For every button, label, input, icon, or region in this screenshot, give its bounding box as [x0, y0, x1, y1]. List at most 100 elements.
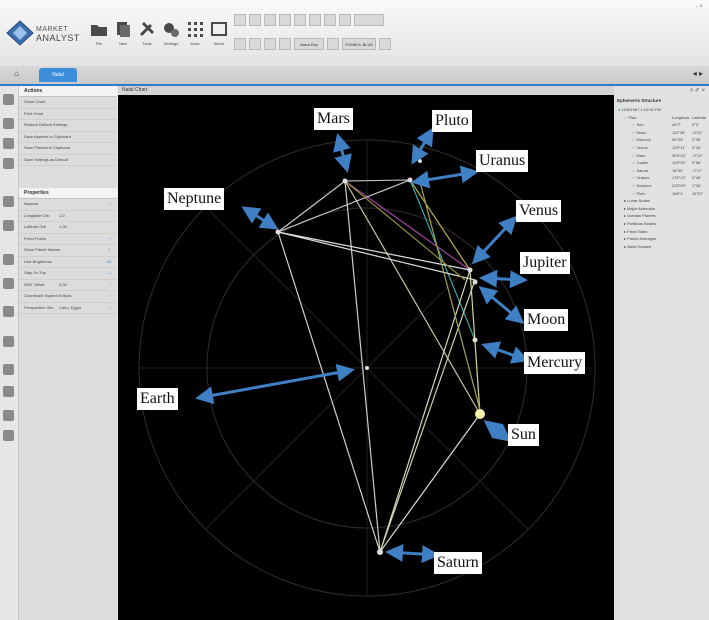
property-row[interactable]: GMT Offset 0.00 › — [19, 280, 117, 291]
group-row[interactable]: ▸ Lunar Nodes — [614, 197, 709, 205]
mini-tool-button[interactable] — [354, 14, 384, 26]
main-toolbar: MARKET ANALYST File New Tools Settings D… — [0, 0, 709, 66]
symbol-blue-button[interactable]: SYMBOL BLUE — [342, 38, 377, 50]
mini-tool-button[interactable] — [324, 14, 336, 26]
property-row[interactable]: Aspects › — [19, 199, 117, 211]
undo-tool-icon[interactable] — [3, 220, 14, 231]
action-save-planets[interactable]: Save Planets to Clipboard — [19, 143, 117, 155]
action-print-chart[interactable]: Print Chart — [19, 109, 117, 120]
settings-button-label: Settings — [163, 41, 179, 46]
mini-toolbar-row-2: Barra Esp SYMBOL BLUE — [234, 38, 392, 50]
planet-row[interactable]: ✓ Neptune 225°39' 1°34' — [614, 182, 709, 190]
file-button[interactable]: File — [88, 20, 110, 46]
action-close-chart[interactable]: Close Chart — [19, 97, 117, 109]
action-save-aspects[interactable]: Save Aspects to Clipboard — [19, 132, 117, 143]
label-mercury: Mercury — [524, 352, 586, 374]
planet-row[interactable]: ✓ Jupiter 129°30' 0°56' — [614, 159, 709, 167]
left-icon-bar — [0, 86, 19, 620]
market-analyst-window: MARKET ANALYST File New Tools Settings D… — [0, 0, 709, 620]
label-mars: Mars — [314, 108, 353, 130]
group-row[interactable]: ▸ Fixed Stars — [614, 228, 709, 236]
label-pluto: Pluto — [432, 110, 472, 132]
property-row[interactable]: Show Planet Names ✓ — [19, 245, 117, 257]
group-row[interactable]: ▸ Major Asteroids — [614, 205, 709, 213]
app-logo: MARKET ANALYST — [6, 20, 86, 46]
property-row[interactable]: Stay On Top □ — [19, 268, 117, 280]
mini-tool-button[interactable] — [309, 14, 321, 26]
left-panel: Actions Close Chart Print Chart Restore … — [19, 86, 117, 620]
paste-tool-icon[interactable] — [3, 278, 14, 289]
logo-diamond-icon — [6, 20, 34, 46]
alerts-icon — [211, 22, 227, 36]
tab-natal[interactable]: Natal — [39, 68, 77, 82]
property-row[interactable]: Latitude Orb 1.00 — [19, 222, 117, 234]
jupiter-arrow — [479, 269, 528, 289]
group-row[interactable]: ▸ Uranian Planets — [614, 212, 709, 220]
planet-row[interactable]: ✓ Uranus 176°13' 0°46' — [614, 174, 709, 182]
panel-controls[interactable]: ◊ ✐ × — [614, 86, 709, 96]
folder-tool-icon[interactable] — [3, 118, 14, 129]
mini-tool-button[interactable] — [234, 14, 246, 26]
planet-row[interactable]: ✓ Pluto 168°1' 16°57' — [614, 190, 709, 198]
mini-tool-button[interactable] — [249, 38, 261, 50]
label-uranus: Uranus — [476, 150, 529, 172]
home-icon[interactable]: ⌂ — [14, 69, 19, 78]
group-row[interactable]: ▸ Fictitious Bodies — [614, 220, 709, 228]
planet-row[interactable]: ✓ Mars 304°33' -0°13' — [614, 152, 709, 160]
mini-tool-button[interactable] — [327, 38, 339, 50]
mini-tool-button[interactable] — [264, 14, 276, 26]
ephemeris-date[interactable]: ● 12/6/1967 1:10:00 PM — [614, 106, 709, 114]
plus-tool-icon[interactable] — [3, 336, 14, 347]
mini-tool-button[interactable] — [379, 38, 392, 50]
tools-icon — [139, 21, 155, 37]
property-row[interactable]: Coordinate System Ecliptic › — [19, 291, 117, 303]
property-row[interactable]: Perspective Obs Cairo, Egypt › — [19, 303, 117, 314]
action-save-settings[interactable]: Save Settings as Default — [19, 155, 117, 166]
logo-text-line2: ANALYST — [36, 33, 80, 43]
new-button[interactable]: New — [112, 20, 134, 46]
label-venus: Venus — [516, 200, 562, 222]
save-tool-icon[interactable] — [3, 138, 14, 149]
property-row[interactable]: Line Brightness 25 — [19, 257, 117, 268]
window-controls[interactable]: ‑ × — [696, 4, 703, 10]
barra-esp-button[interactable]: Barra Esp — [294, 38, 324, 50]
property-row[interactable]: Longitude Orb 1.0 — [19, 211, 117, 222]
brush-tool-icon[interactable] — [3, 196, 14, 207]
tools-button[interactable]: Tools — [136, 20, 158, 46]
document-tool-icon[interactable] — [3, 430, 14, 441]
planet-row[interactable]: ✓ Sun 40°7' 0°0' — [614, 121, 709, 129]
file-button-label: File — [95, 41, 103, 46]
print-tool-icon[interactable] — [3, 158, 14, 169]
mini-tool-button[interactable] — [339, 14, 351, 26]
tools-button-label: Tools — [142, 41, 152, 46]
mini-tool-button[interactable] — [234, 38, 246, 50]
settings-button[interactable]: Settings — [160, 20, 182, 46]
group-row[interactable]: ▸ Natal Houses — [614, 243, 709, 251]
chart-title-bar: Natal Chart — [118, 86, 614, 95]
planet-row[interactable]: ✓ Venus 129°11' 3°44' — [614, 144, 709, 152]
ephemeris-header-row: ✓ Plan Longitude Latitude — [624, 114, 707, 120]
planet-row[interactable]: ✓ Moon 113°36' -5°22' — [614, 129, 709, 137]
action-restore-defaults[interactable]: Restore Default Settings — [19, 120, 117, 132]
planet-row[interactable]: ✓ Mercury 59°28' 2°35' — [614, 136, 709, 144]
mini-tool-button[interactable] — [279, 14, 291, 26]
planet-row[interactable]: ✓ Saturn 18°35' -2°17' — [614, 167, 709, 175]
pen-tool-icon[interactable] — [3, 306, 14, 317]
mini-tool-button[interactable] — [264, 38, 276, 50]
label-jupiter: Jupiter — [520, 252, 570, 274]
alerts-button-label: Alerts — [213, 41, 225, 46]
chart-tool-icon[interactable] — [3, 94, 14, 105]
docs-button[interactable]: Docs — [184, 20, 206, 46]
tab-nav-arrows-icon[interactable]: ◂ ▸ — [693, 69, 703, 78]
mini-tool-button[interactable] — [249, 14, 261, 26]
lock-tool-icon[interactable] — [3, 364, 14, 375]
mini-tool-button[interactable] — [294, 14, 306, 26]
info-tool-icon[interactable] — [3, 386, 14, 397]
property-row[interactable]: Fixed Points › — [19, 234, 117, 245]
mini-tool-button[interactable] — [279, 38, 291, 50]
mini-toolbar-row-1 — [234, 14, 384, 26]
copy-tool-icon[interactable] — [3, 254, 14, 265]
group-row[interactable]: ▸ Planet Averages — [614, 235, 709, 243]
alerts-button[interactable]: Alerts — [208, 20, 230, 46]
user-tool-icon[interactable] — [3, 410, 14, 421]
